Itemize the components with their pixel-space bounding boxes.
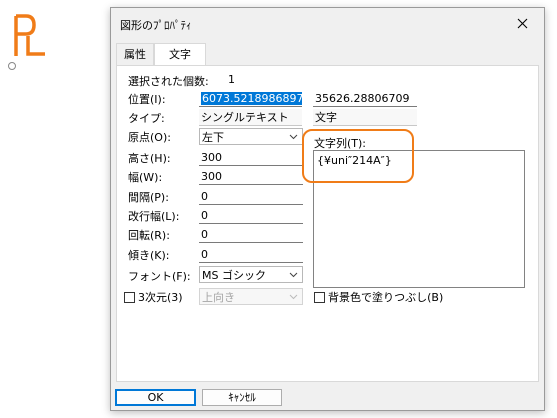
properties-dialog: 図形のﾌﾟﾛﾊﾟﾃｨ 属性 文字 選択された個数: 1 位置(I): 6073.…	[110, 7, 545, 411]
slant-input[interactable]: 0	[199, 246, 303, 263]
rotation-label: 回転(R):	[128, 229, 170, 242]
type-kind-value: 文字	[313, 109, 417, 126]
three-d-direction-value: 上向き	[202, 291, 235, 304]
insertion-point-marker	[8, 62, 16, 70]
text-symbol-logo	[14, 14, 45, 56]
close-icon	[517, 18, 527, 28]
spacing-label: 間隔(P):	[128, 191, 169, 204]
annotation-highlight	[302, 129, 414, 183]
font-label: フォント(F):	[128, 270, 191, 283]
tab-text[interactable]: 文字	[154, 43, 206, 66]
selected-count-value: 1	[228, 73, 235, 86]
origin-label: 原点(O):	[128, 131, 171, 144]
selected-count-label: 選択された個数:	[128, 75, 209, 88]
chevron-down-icon	[289, 272, 298, 278]
font-selected-value: MS ゴシック	[202, 269, 266, 282]
chevron-down-icon	[289, 134, 298, 140]
line-spacing-label: 改行幅(L):	[128, 210, 180, 223]
tab-attributes[interactable]: 属性	[116, 43, 154, 65]
slant-label: 傾き(K):	[128, 249, 170, 262]
rotation-input[interactable]: 0	[199, 226, 303, 243]
text-tab-panel: 選択された個数: 1 位置(I): 6073.5218986897 35626.…	[116, 65, 539, 382]
background-fill-checkbox-row[interactable]: 背景色で塗りつぶし(B)	[314, 289, 443, 305]
position-x-input[interactable]: 6073.5218986897	[199, 90, 302, 107]
position-label: 位置(I):	[128, 93, 166, 106]
width-label: 幅(W):	[128, 171, 163, 184]
three-d-label: 3次元(3)	[138, 291, 183, 304]
font-select[interactable]: MS ゴシック	[199, 266, 303, 283]
line-spacing-input[interactable]: 0	[199, 207, 303, 224]
origin-select[interactable]: 左下	[199, 128, 303, 145]
position-y-input[interactable]: 35626.28806709	[313, 90, 417, 107]
dialog-title: 図形のﾌﾟﾛﾊﾟﾃｨ	[120, 19, 192, 32]
background-fill-checkbox[interactable]	[314, 291, 325, 303]
background-fill-label: 背景色で塗りつぶし(B)	[328, 291, 444, 304]
three-d-checkbox-row[interactable]: 3次元(3)	[124, 289, 183, 305]
three-d-checkbox[interactable]	[124, 291, 135, 303]
title-bar: 図形のﾌﾟﾛﾊﾟﾃｨ	[111, 8, 544, 38]
type-label: タイプ:	[128, 112, 165, 125]
ok-button[interactable]: OK	[115, 389, 196, 406]
close-button[interactable]	[500, 8, 544, 38]
chevron-down-icon	[289, 294, 298, 300]
origin-selected-value: 左下	[202, 131, 224, 144]
spacing-input[interactable]: 0	[199, 188, 303, 205]
height-input[interactable]: 300	[199, 149, 303, 166]
cancel-button[interactable]: ｷｬﾝｾﾙ	[202, 389, 282, 406]
width-input[interactable]: 300	[199, 168, 303, 185]
height-label: 高さ(H):	[128, 152, 171, 165]
three-d-direction-select: 上向き	[199, 288, 303, 305]
type-value: シングルテキスト	[199, 109, 302, 126]
